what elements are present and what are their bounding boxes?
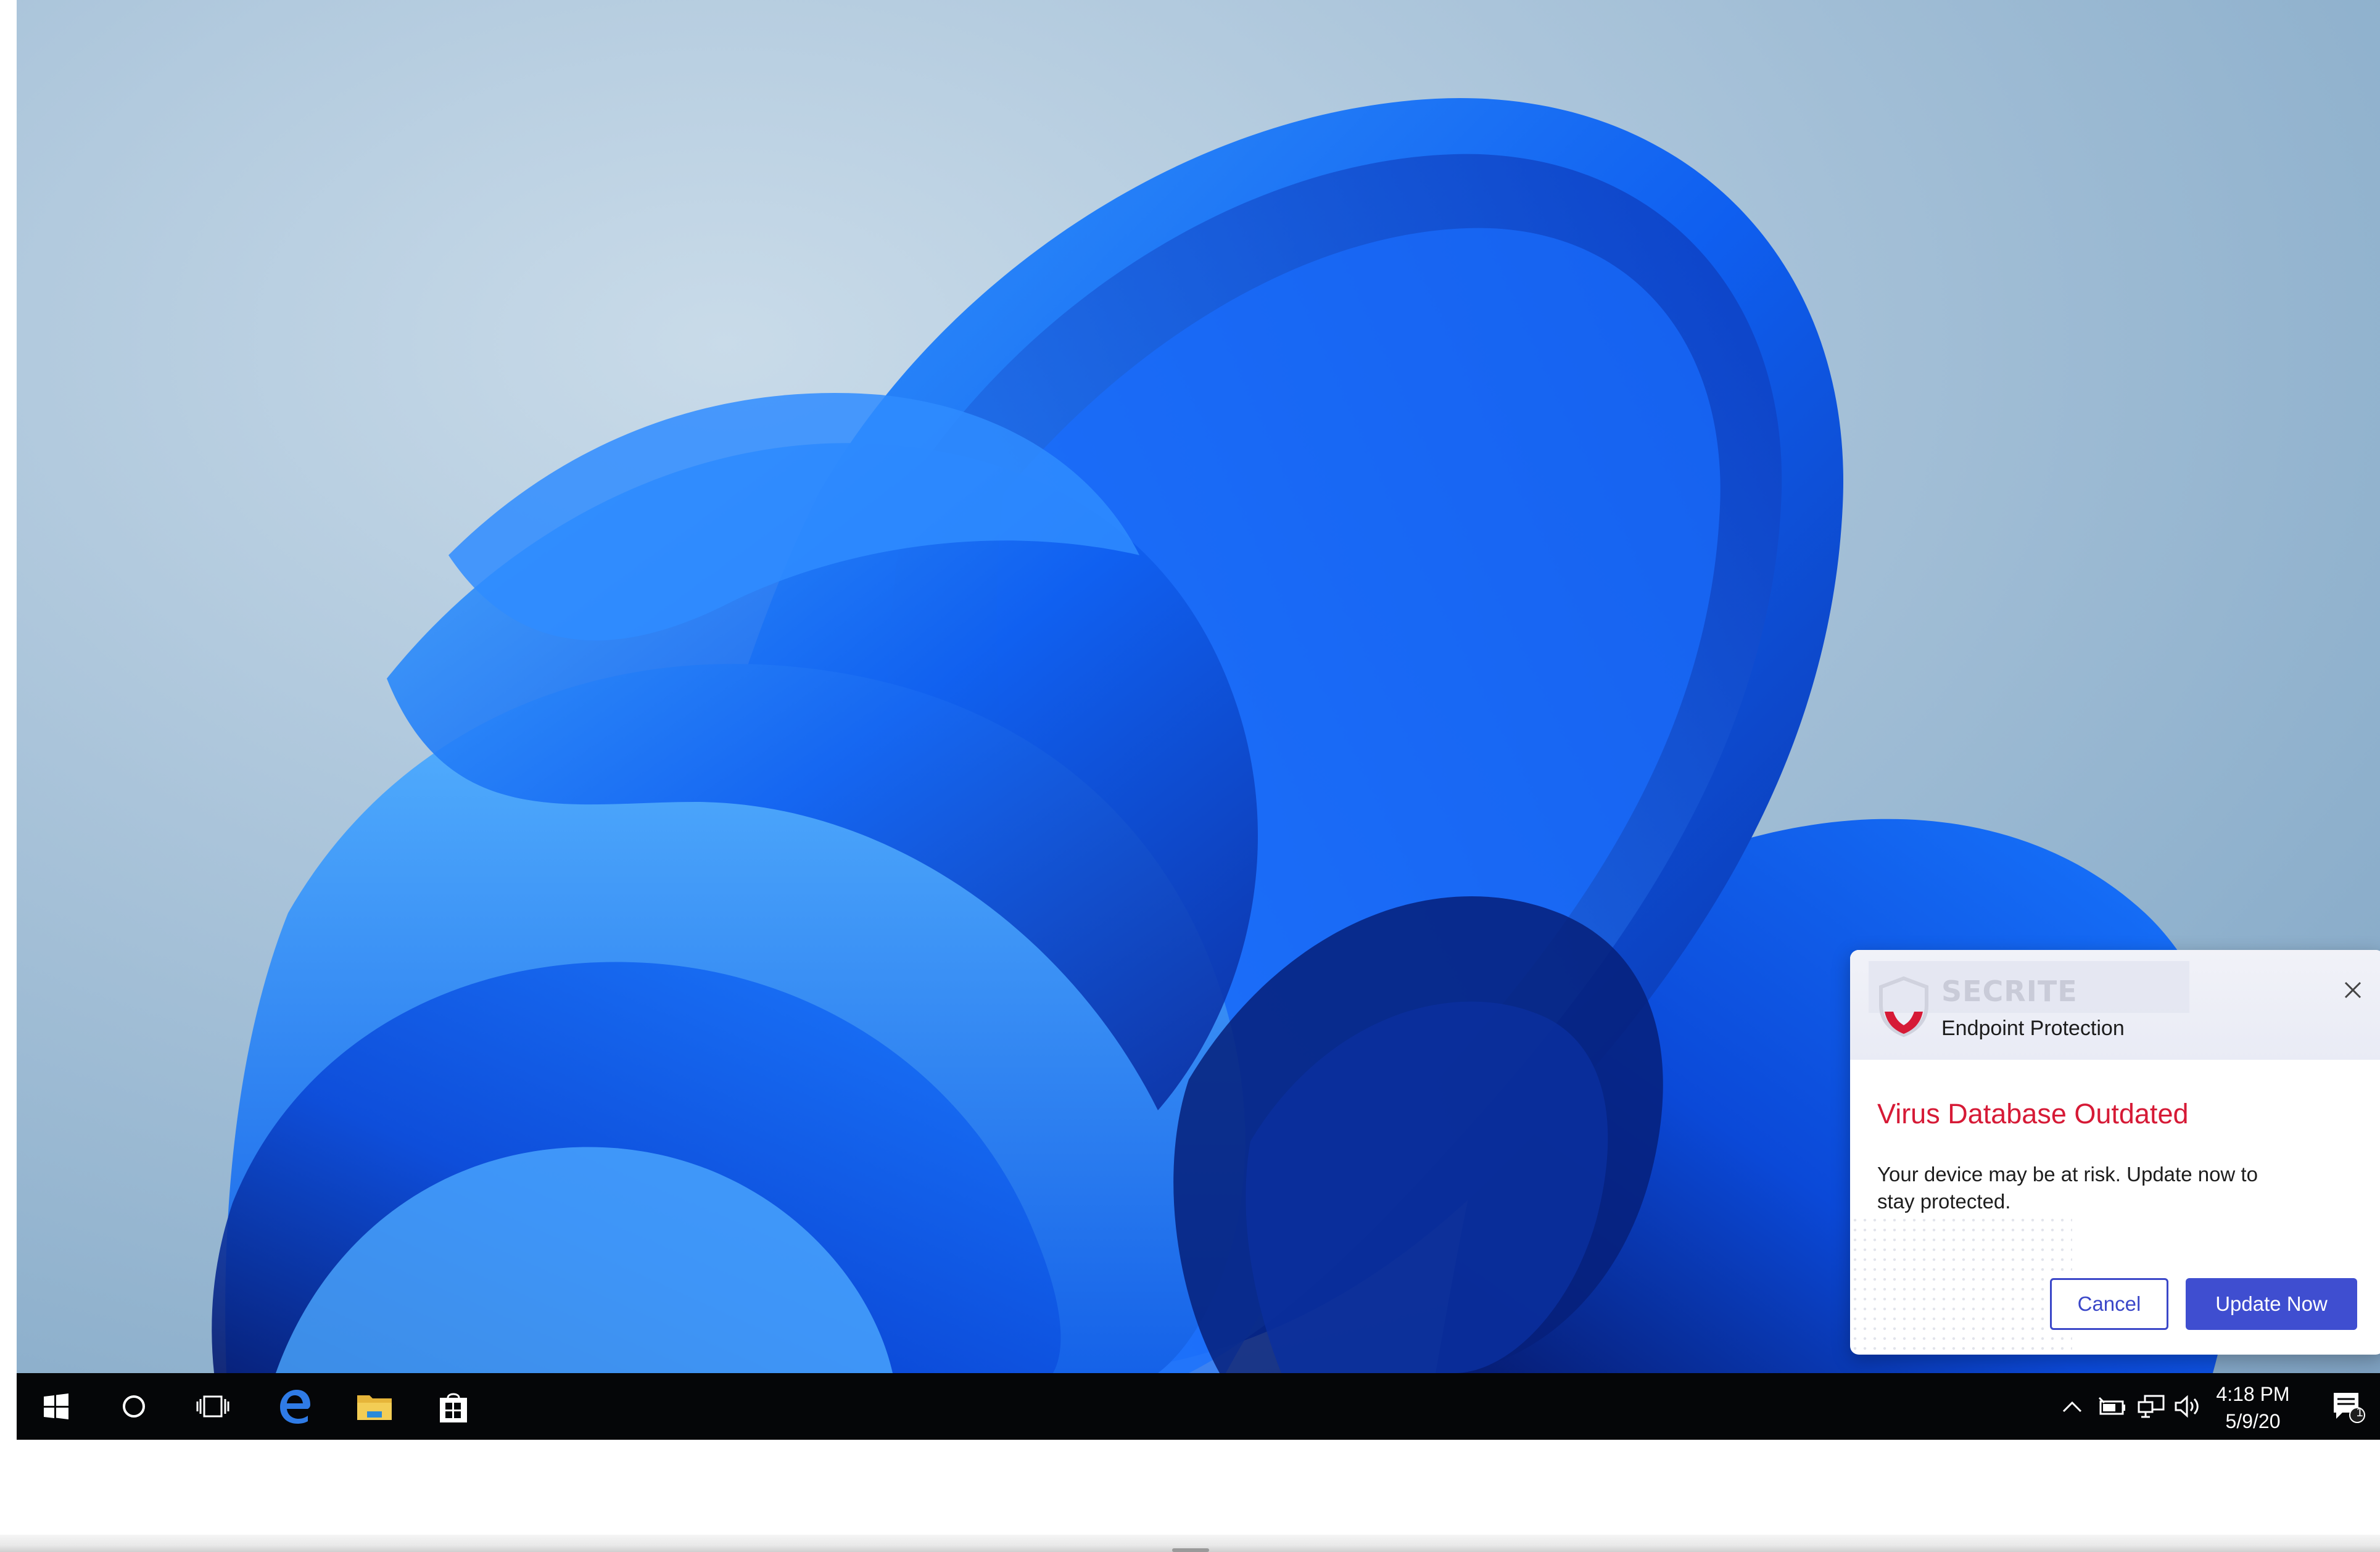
cancel-button[interactable]: Cancel bbox=[2050, 1278, 2168, 1330]
chevron-up-icon bbox=[2062, 1401, 2082, 1413]
brand-name: SECRITE bbox=[1941, 975, 2078, 1008]
start-button[interactable] bbox=[31, 1382, 81, 1431]
network-icon bbox=[2138, 1395, 2165, 1418]
show-hidden-icons-button[interactable] bbox=[2055, 1389, 2089, 1424]
task-view-icon bbox=[196, 1395, 229, 1418]
clock-time: 4:18 PM bbox=[2216, 1383, 2290, 1405]
battery-button[interactable] bbox=[2094, 1389, 2129, 1424]
notification-title: Virus Database Outdated bbox=[1877, 1098, 2189, 1129]
security-notification: SECRITE Endpoint Protection Virus Databa… bbox=[1850, 950, 2380, 1355]
close-button[interactable] bbox=[2337, 975, 2368, 1005]
network-button[interactable] bbox=[2134, 1389, 2168, 1424]
dot-pattern-decoration bbox=[1850, 1215, 2072, 1355]
edge-browser-button[interactable] bbox=[270, 1382, 319, 1431]
edge-browser-icon bbox=[280, 1390, 310, 1424]
battery-icon bbox=[2098, 1397, 2125, 1415]
store-button[interactable] bbox=[429, 1382, 478, 1431]
update-now-button[interactable]: Update Now bbox=[2186, 1278, 2357, 1330]
task-view-button[interactable] bbox=[188, 1382, 238, 1431]
file-explorer-button[interactable] bbox=[350, 1382, 399, 1431]
close-icon bbox=[2344, 981, 2361, 999]
scroll-handle[interactable] bbox=[1172, 1548, 1209, 1552]
product-name: Endpoint Protection bbox=[1941, 1017, 2125, 1040]
taskbar: 4:18 PM 5/9/20 1 bbox=[17, 1373, 2380, 1440]
file-explorer-icon bbox=[357, 1395, 392, 1420]
clock-date: 5/9/20 bbox=[2225, 1410, 2281, 1432]
search-button[interactable] bbox=[109, 1382, 159, 1431]
cortana-search-icon bbox=[123, 1395, 145, 1418]
shield-icon bbox=[1879, 976, 1928, 1038]
store-icon bbox=[440, 1393, 467, 1422]
notification-count-badge: 1 bbox=[2356, 1406, 2363, 1419]
screen: SECRITE Endpoint Protection Virus Databa… bbox=[17, 0, 2380, 1440]
windows-start-icon bbox=[44, 1393, 68, 1419]
action-center-button[interactable]: 1 bbox=[2329, 1387, 2368, 1426]
notification-header: SECRITE Endpoint Protection bbox=[1850, 950, 2380, 1060]
clock[interactable]: 4:18 PM 5/9/20 bbox=[2194, 1381, 2312, 1434]
notification-message: Your device may be at risk. Update now t… bbox=[1877, 1163, 2258, 1213]
